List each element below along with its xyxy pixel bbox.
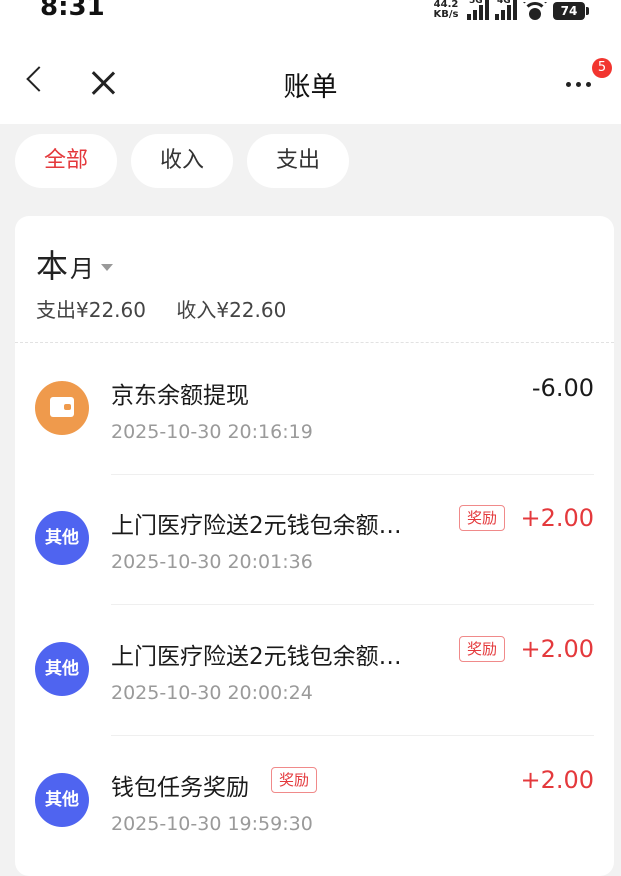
notification-badge: 5 xyxy=(592,58,612,78)
reward-tag: 奖励 xyxy=(459,505,506,531)
filter-expense-tab[interactable]: 支出 xyxy=(247,134,349,188)
network-speed-unit: KB/s xyxy=(433,9,459,20)
battery-icon: 74 xyxy=(553,2,589,20)
expense-total: 支出¥22.60 xyxy=(36,298,146,322)
transaction-time: 2025-10-30 20:16:19 xyxy=(111,421,313,443)
other-category-icon: 其他 xyxy=(35,642,89,696)
transaction-amount: +2.00 xyxy=(520,766,594,794)
filter-income-tab[interactable]: 收入 xyxy=(131,134,233,188)
reward-tag: 奖励 xyxy=(271,767,318,793)
transaction-amount: -6.00 xyxy=(531,374,594,402)
transaction-title: 钱包任务奖励 xyxy=(111,775,249,801)
transaction-row[interactable]: 其他 上门医疗险送2元钱包余额… 奖励 +2.00 2025-10-30 20:… xyxy=(15,606,614,736)
filter-tabs: 全部 收入 支出 xyxy=(0,124,621,214)
signal-4g-icon: 4G xyxy=(495,0,517,20)
signal-4g-label: 4G xyxy=(497,0,511,6)
period-label-suffix: 月 xyxy=(70,255,95,283)
transaction-time: 2025-10-30 19:59:30 xyxy=(111,813,313,835)
period-label-prefix: 本 xyxy=(36,247,69,285)
other-category-icon: 其他 xyxy=(35,773,89,827)
transaction-row[interactable]: 其他 上门医疗险送2元钱包余额… 奖励 +2.00 2025-10-30 20:… xyxy=(15,475,614,605)
transaction-row[interactable]: 京东余额提现 -6.00 2025-10-30 20:16:19 xyxy=(15,345,614,475)
transaction-title: 上门医疗险送2元钱包余额… xyxy=(111,513,402,539)
transaction-time: 2025-10-30 20:00:24 xyxy=(111,682,313,704)
row-divider xyxy=(111,735,594,736)
more-options-icon[interactable] xyxy=(566,74,602,94)
status-bar: 8:31 44.2 KB/s 5G 4G 74 xyxy=(0,0,621,30)
transaction-amount: +2.00 xyxy=(520,504,594,532)
filter-all-tab[interactable]: 全部 xyxy=(15,134,117,188)
transaction-title: 上门医疗险送2元钱包余额… xyxy=(111,644,402,670)
transaction-title: 京东余额提现 xyxy=(111,383,249,409)
wallet-icon xyxy=(35,381,89,435)
reward-tag: 奖励 xyxy=(459,636,506,662)
income-total: 收入¥22.60 xyxy=(176,298,287,322)
page-title: 账单 xyxy=(283,72,338,103)
period-selector[interactable]: 本 月 xyxy=(36,241,114,287)
status-indicators: 44.2 KB/s 5G 4G 74 xyxy=(431,0,589,20)
status-time: 8:31 xyxy=(40,0,105,22)
transaction-time: 2025-10-30 20:01:36 xyxy=(111,551,313,573)
transaction-row[interactable]: 其他 钱包任务奖励 奖励 +2.00 2025-10-30 19:59:30 xyxy=(15,737,614,867)
wifi-icon xyxy=(523,2,547,20)
signal-5g-label: 5G xyxy=(469,0,483,6)
caret-down-icon xyxy=(101,264,114,271)
navigation-bar: 账单 5 xyxy=(0,30,621,124)
transaction-amount: +2.00 xyxy=(520,635,594,663)
signal-5g-icon: 5G xyxy=(467,0,489,20)
period-summary: 支出¥22.60 收入¥22.60 xyxy=(36,294,310,323)
other-category-icon: 其他 xyxy=(35,511,89,565)
divider xyxy=(15,342,614,343)
network-speed: 44.2 KB/s xyxy=(431,0,461,20)
row-divider xyxy=(111,604,594,605)
bill-card: 本 月 支出¥22.60 收入¥22.60 京东余额提现 -6.00 2025-… xyxy=(15,216,614,876)
